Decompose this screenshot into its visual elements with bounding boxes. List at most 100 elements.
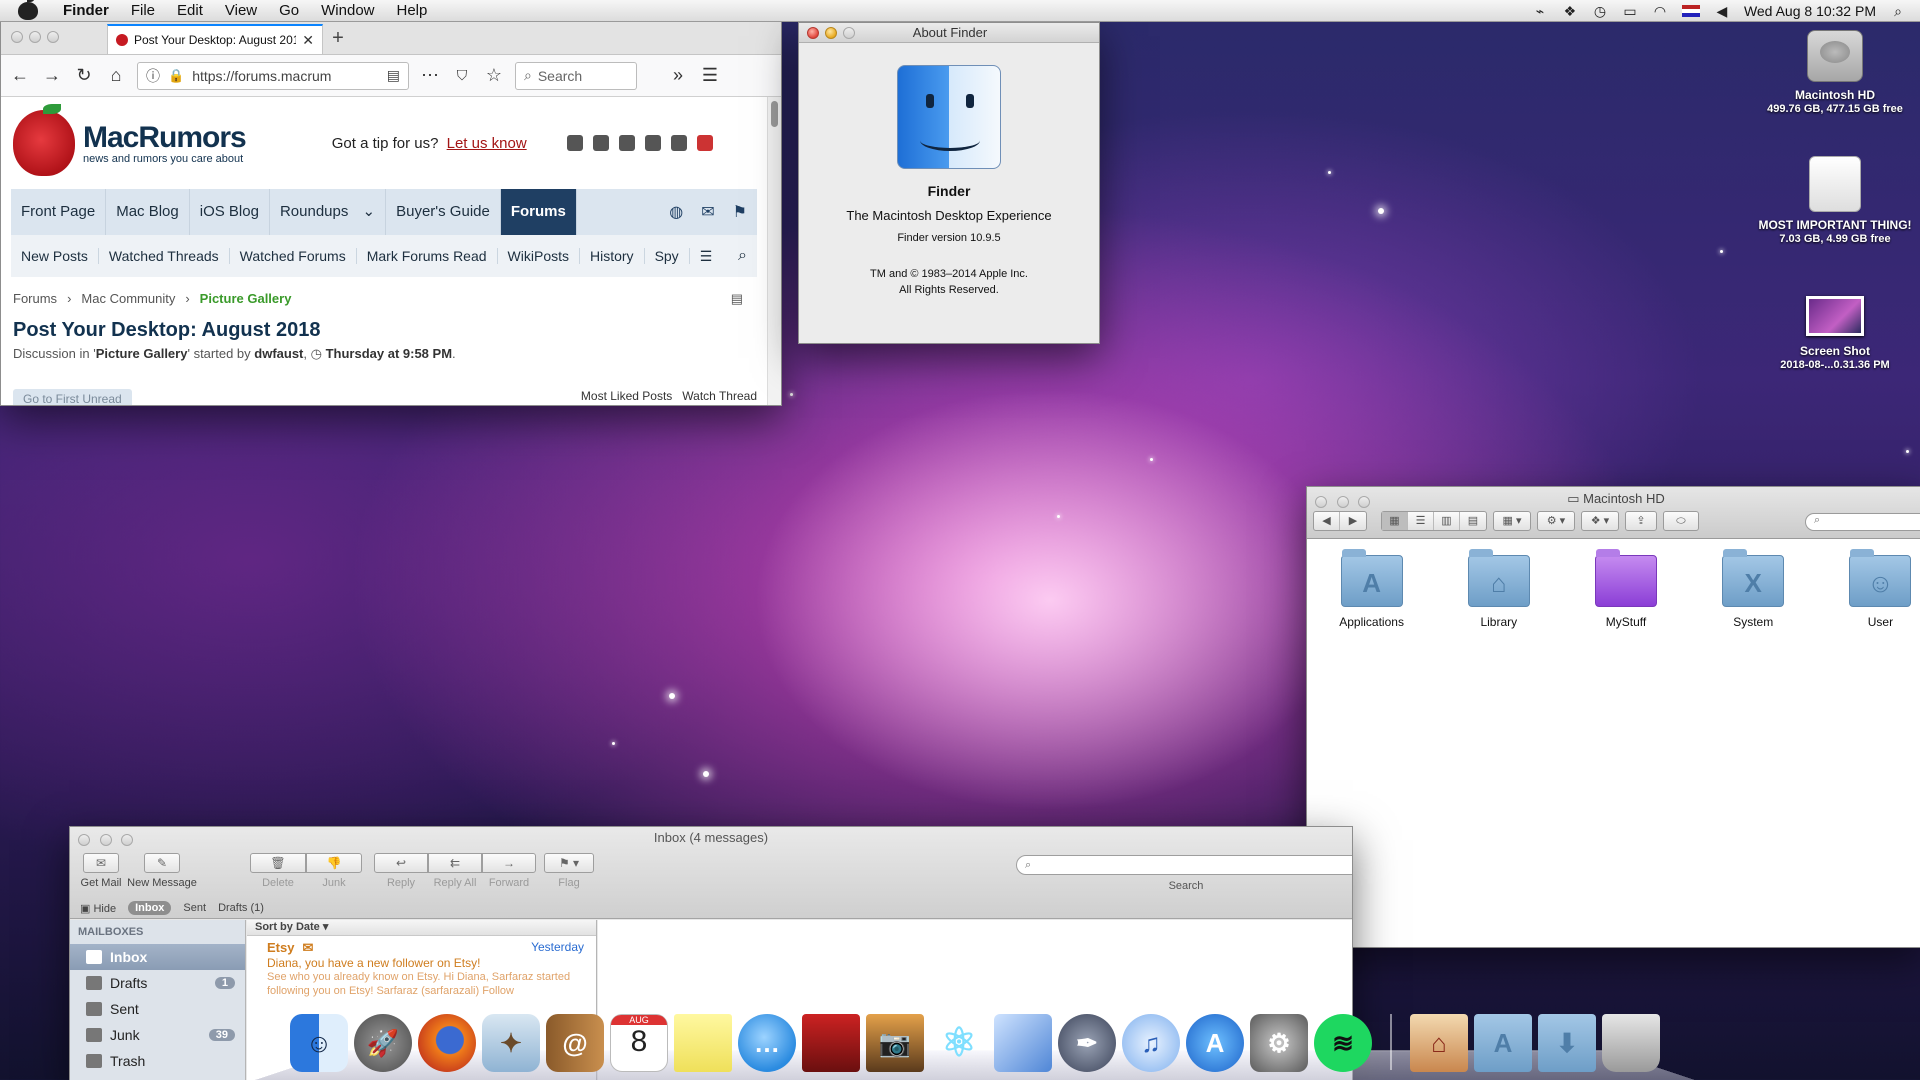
delete-button[interactable]: 🗑 Delete bbox=[250, 853, 306, 889]
app-store-icon[interactable]: A bbox=[1186, 1014, 1244, 1072]
back-forward-control[interactable]: ◀ ▶ bbox=[1313, 511, 1367, 531]
zoom-button[interactable] bbox=[47, 31, 59, 43]
tags-button[interactable]: ⬭ bbox=[1663, 511, 1699, 531]
flag-button[interactable]: ⚑ ▾ Flag bbox=[544, 853, 594, 889]
forum-search-icon[interactable]: ⌕ bbox=[738, 247, 757, 265]
get-mail-button[interactable]: ✉ Get Mail bbox=[78, 853, 124, 889]
menu-clock[interactable]: Wed Aug 8 10:32 PM bbox=[1744, 3, 1876, 19]
twitter-icon[interactable] bbox=[592, 135, 609, 151]
junk-button[interactable]: 👎 Junk bbox=[306, 853, 362, 889]
time-machine-icon[interactable]: ◷ bbox=[1592, 4, 1608, 18]
subnav-menu-icon[interactable]: ☰ bbox=[690, 248, 723, 265]
share-button[interactable]: ⇪ bbox=[1625, 511, 1657, 531]
forward-icon[interactable]: ▶ bbox=[1340, 512, 1366, 530]
thread-author-link[interactable]: dwfaust bbox=[254, 346, 303, 361]
list-view-icon[interactable]: ▤ bbox=[731, 291, 743, 307]
favorite-drafts[interactable]: Drafts (1) bbox=[218, 902, 264, 914]
wifi-icon[interactable]: ◠ bbox=[1652, 4, 1668, 18]
menu-window[interactable]: Window bbox=[310, 2, 385, 19]
desktop-icon-usb-drive[interactable]: MOST IMPORTANT THING! 7.03 GB, 4.99 GB f… bbox=[1750, 156, 1920, 245]
applications-folder-icon[interactable]: A bbox=[1474, 1014, 1532, 1072]
mailbox-junk[interactable]: Junk 39 bbox=[70, 1022, 245, 1048]
mail-search[interactable]: ⌕ Search bbox=[1016, 855, 1352, 892]
subnav-watched-forums[interactable]: Watched Forums bbox=[230, 248, 357, 264]
inbox-icon[interactable]: ✉ bbox=[701, 202, 714, 222]
calendar-icon[interactable]: AUG 8 bbox=[610, 1014, 668, 1072]
mailbox-inbox[interactable]: Inbox bbox=[70, 944, 245, 970]
nav-buyers-guide[interactable]: Buyer's Guide bbox=[386, 189, 501, 235]
close-button[interactable] bbox=[807, 26, 819, 39]
tip-link[interactable]: Let us know bbox=[447, 135, 527, 152]
virtualbox-icon[interactable] bbox=[994, 1014, 1052, 1072]
home-icon[interactable]: ⌂ bbox=[105, 65, 127, 86]
alerts-flag-icon[interactable]: ⚑ bbox=[733, 202, 747, 222]
firefox-icon[interactable] bbox=[418, 1014, 476, 1072]
subnav-wikiposts[interactable]: WikiPosts bbox=[498, 248, 580, 264]
watch-thread-link[interactable]: Watch Thread bbox=[682, 389, 757, 405]
launchpad-icon[interactable]: 🚀 bbox=[354, 1014, 412, 1072]
photo-booth-icon[interactable] bbox=[802, 1014, 860, 1072]
list-view-icon[interactable]: ☰ bbox=[1408, 512, 1434, 530]
folder-applications[interactable]: A Applications bbox=[1327, 549, 1416, 629]
action-button[interactable]: ⚙ ▾ bbox=[1537, 511, 1575, 531]
favorite-inbox[interactable]: Inbox bbox=[128, 901, 172, 915]
avatar[interactable]: ◍ bbox=[669, 202, 683, 222]
iphoto-icon[interactable]: 📷 bbox=[866, 1014, 924, 1072]
messages-icon[interactable]: … bbox=[738, 1014, 796, 1072]
overflow-chevron-icon[interactable]: » bbox=[667, 65, 689, 86]
zoom-button[interactable] bbox=[843, 26, 855, 39]
folder-library[interactable]: ⌂ Library bbox=[1454, 549, 1543, 629]
nav-ios-blog[interactable]: iOS Blog bbox=[190, 189, 270, 235]
trash-icon[interactable] bbox=[1602, 1014, 1660, 1072]
email-icon[interactable] bbox=[670, 135, 687, 151]
thread-forum-link[interactable]: Picture Gallery bbox=[96, 346, 188, 361]
folder-users[interactable]: ☺ User bbox=[1836, 549, 1920, 629]
column-view-icon[interactable]: ▥ bbox=[1434, 512, 1460, 530]
hide-mailboxes-button[interactable]: ▣ Hide bbox=[80, 902, 116, 915]
site-brand[interactable]: MacRumors news and rumors you care about bbox=[83, 121, 247, 165]
sort-by-date-button[interactable]: Sort by Date ▾ bbox=[247, 920, 596, 936]
url-bar[interactable]: ⓘ 🔒 https://forums.macrum ▤ bbox=[137, 61, 409, 90]
go-to-first-unread-button[interactable]: Go to First Unread bbox=[13, 389, 132, 405]
cover-flow-icon[interactable]: ▤ bbox=[1460, 512, 1486, 530]
folder-mystuff[interactable]: MyStuff bbox=[1581, 549, 1670, 629]
close-tab-icon[interactable]: ✕ bbox=[302, 32, 314, 49]
desktop-icon-macintosh-hd[interactable]: Macintosh HD 499.76 GB, 477.15 GB free bbox=[1750, 30, 1920, 115]
view-mode-control[interactable]: ▦ ☰ ▥ ▤ bbox=[1381, 511, 1487, 531]
nav-roundups[interactable]: Roundups ⌄ bbox=[270, 189, 387, 235]
icon-view-icon[interactable]: ▦ bbox=[1382, 512, 1408, 530]
search-box[interactable]: ⌕ Search bbox=[515, 61, 637, 90]
nav-mac-blog[interactable]: Mac Blog bbox=[106, 189, 190, 235]
dropbox-icon[interactable]: ❖ bbox=[1562, 4, 1578, 18]
info-icon[interactable]: ⓘ bbox=[146, 66, 160, 86]
search-icon[interactable]: ⌕ bbox=[1016, 855, 1352, 875]
back-icon[interactable]: ← bbox=[9, 65, 31, 86]
hamburger-menu-icon[interactable]: ☰ bbox=[699, 65, 721, 86]
nav-forums[interactable]: Forums bbox=[500, 189, 577, 235]
breadcrumb-mac-community[interactable]: Mac Community bbox=[81, 291, 175, 307]
reply-button[interactable]: ↩ Reply bbox=[374, 853, 428, 889]
new-tab-button[interactable]: + bbox=[323, 24, 353, 54]
downloads-folder-icon[interactable]: ⬇ bbox=[1538, 1014, 1596, 1072]
notification-icon[interactable] bbox=[696, 135, 713, 151]
macrumors-logo-icon[interactable] bbox=[13, 104, 75, 176]
browser-tab-active[interactable]: Post Your Desktop: August 201 ✕ bbox=[107, 24, 323, 54]
itunes-icon[interactable]: ♫ bbox=[1122, 1014, 1180, 1072]
breadcrumb-picture-gallery[interactable]: Picture Gallery bbox=[200, 291, 292, 307]
script-editor-icon[interactable]: ✒ bbox=[1058, 1014, 1116, 1072]
menu-file[interactable]: File bbox=[120, 2, 166, 19]
arrange-button[interactable]: ▦ ▾ bbox=[1493, 511, 1531, 531]
menu-app-name[interactable]: Finder bbox=[52, 2, 120, 19]
youtube-icon[interactable] bbox=[618, 135, 635, 151]
reload-icon[interactable]: ↻ bbox=[73, 65, 95, 86]
finder-search-field[interactable]: ⌕ bbox=[1805, 513, 1920, 531]
breadcrumb-forums[interactable]: Forums bbox=[13, 291, 57, 307]
menu-edit[interactable]: Edit bbox=[166, 2, 214, 19]
system-preferences-icon[interactable]: ⚙ bbox=[1250, 1014, 1308, 1072]
menu-help[interactable]: Help bbox=[386, 2, 439, 19]
subnav-watched-threads[interactable]: Watched Threads bbox=[99, 248, 230, 264]
menu-go[interactable]: Go bbox=[268, 2, 310, 19]
finder-icon[interactable]: ☺ bbox=[290, 1014, 348, 1072]
nav-front-page[interactable]: Front Page bbox=[11, 189, 107, 235]
url-text[interactable]: https://forums.macrum bbox=[192, 68, 379, 84]
